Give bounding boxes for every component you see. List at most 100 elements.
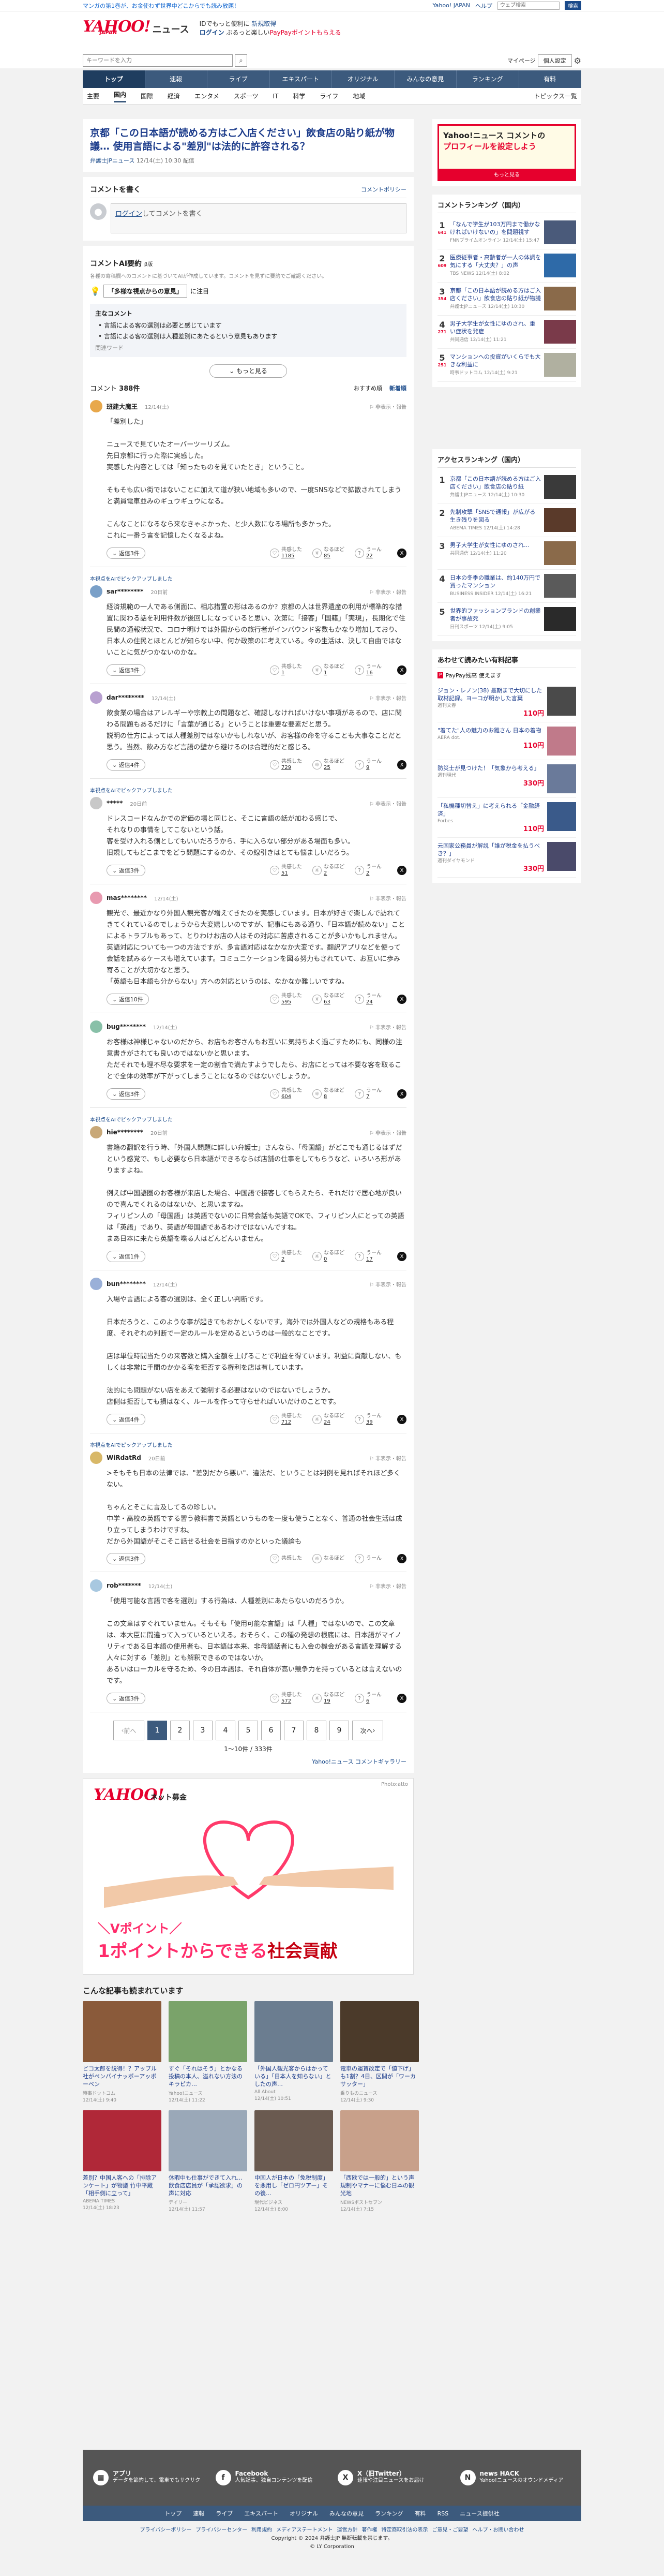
ranking-item[interactable]: 1 641 「なんで学生が103万円まで働かなければいけないの」を問題視す FNNプ… <box>437 216 576 249</box>
reply-button[interactable]: ⌄ 返信3件 <box>107 865 145 876</box>
footer-promo[interactable]: ▦ アプリ データを節約して、電車でもサクサク <box>93 2470 204 2485</box>
insightful-button[interactable]: ☼ なるほど 2 <box>312 864 351 877</box>
article-thumbnail[interactable] <box>340 2110 419 2171</box>
related-title[interactable]: すぐ「それはそう」とかなる投稿の本人、溢れない方法のキラピカ… <box>169 2065 247 2088</box>
x-share-icon[interactable]: X <box>397 760 406 769</box>
related-card[interactable]: 電車の運賃改定で「値下げ」も1割？4日、区間が「ワーカサッター」 乗りものニュー… <box>340 2001 419 2103</box>
ranking-item[interactable]: 2 609 医療従事者・高齢者が一人の体調を気にする「大丈夫？」の声 TBS NEW… <box>437 249 576 283</box>
hmm-button[interactable]: ? うーん 9 <box>355 759 393 771</box>
paid-item[interactable]: 元国家公務員が解説「誰が税金を払うべき？」 週刊ダイヤモンド 330円 <box>437 838 576 878</box>
x-share-icon[interactable]: X <box>397 1089 406 1099</box>
comment-author[interactable]: WiRdatRd <box>107 1454 141 1461</box>
web-search-input[interactable] <box>497 1 560 10</box>
paid-thumbnail[interactable] <box>547 802 576 831</box>
access-title[interactable]: 京都「この日本語が読める方はご入店ください」飲食店の貼り紙 <box>450 476 541 490</box>
footer-promo[interactable]: f Facebook 人気記事、独自コンテンツを配信 <box>215 2470 327 2485</box>
comment-author[interactable]: sar******** <box>107 588 143 595</box>
nav-paid[interactable]: 有料 <box>519 70 581 88</box>
category-sports[interactable]: スポーツ <box>234 92 259 100</box>
footer-nav-link[interactable]: みんなの意見 <box>329 2509 364 2518</box>
footer-promo[interactable]: X X（旧Twitter） 速報や注目ニュースをお届け <box>338 2470 449 2485</box>
rank-thumbnail[interactable] <box>544 287 576 310</box>
report-menu[interactable]: ⚐ 非表示・報告 <box>369 800 406 807</box>
paid-thumbnail[interactable] <box>547 727 576 756</box>
empathize-button[interactable]: ♡ 共感した 1185 <box>270 547 308 559</box>
insightful-button[interactable]: ☼ なるほど 25 <box>312 759 351 771</box>
related-title[interactable]: 差別？中国人客への「排除アンケート」が物議 竹中平蔵「相手側に立って」 <box>83 2174 161 2197</box>
footer-link[interactable]: メディアステートメント <box>276 2527 333 2533</box>
empathize-button[interactable]: ♡ 共感した 1 <box>270 664 308 676</box>
reply-button[interactable]: ⌄ 返信10件 <box>107 994 149 1005</box>
web-search-button[interactable]: 検索 <box>565 1 581 10</box>
page-button[interactable]: 8 <box>307 1721 326 1740</box>
paid-thumbnail[interactable] <box>547 842 576 871</box>
insightful-button[interactable]: ☼ なるほど 63 <box>312 993 351 1005</box>
avatar[interactable] <box>90 1452 102 1464</box>
account-settings-button[interactable]: 個人設定 <box>537 54 572 67</box>
article-title[interactable]: 京都「この日本語が読める方はご入店ください」飲食店の貼り紙が物議… 使用言語によ… <box>90 126 406 153</box>
show-more-button[interactable]: ⌄ もっと見る <box>209 364 287 378</box>
avatar[interactable] <box>90 1278 102 1290</box>
report-menu[interactable]: ⚐ 非表示・報告 <box>369 1582 406 1590</box>
nav-opinions[interactable]: みんなの意見 <box>395 70 457 88</box>
empathize-button[interactable]: ♡ 共感した 572 <box>270 1692 308 1705</box>
paid-item[interactable]: ジョン・レノン(38) 最期まで大切にした取材記録。ヨーコが明かした言葉 週刊文春… <box>437 683 576 722</box>
footer-nav-link[interactable]: ランキング <box>375 2509 403 2518</box>
related-card[interactable]: ピコ太郎を説得！？アップル社がペンパイナッポーアッポーペン 時事ドットコム 12/… <box>83 2001 161 2103</box>
insightful-button[interactable]: ☼ なるほど 24 <box>312 1413 351 1426</box>
rank-title[interactable]: 「なんで学生が103万円まで働かなければいけないの」を問題視す <box>450 221 540 235</box>
category-it[interactable]: IT <box>273 93 278 100</box>
nav-original[interactable]: オリジナル <box>332 70 395 88</box>
x-share-icon[interactable]: X <box>397 866 406 875</box>
access-thumbnail[interactable] <box>544 541 576 565</box>
footer-nav-link[interactable]: エキスパート <box>244 2509 278 2518</box>
footer-nav-link[interactable]: ライブ <box>216 2509 233 2518</box>
report-menu[interactable]: ⚐ 非表示・報告 <box>369 894 406 902</box>
hmm-button[interactable]: ? うーん 39 <box>355 1413 393 1426</box>
page-button[interactable]: 9 <box>329 1721 349 1740</box>
insightful-button[interactable]: ☼ なるほど 0 <box>312 1250 351 1263</box>
rank-title[interactable]: マンションへの投資がいくらでも大きな利益に <box>450 353 541 368</box>
comment-author[interactable]: 班建大魔王 <box>107 402 138 411</box>
empathize-button[interactable]: ♡ 共感した 729 <box>270 759 308 771</box>
category-entertainment[interactable]: エンタメ <box>194 92 219 100</box>
footer-link[interactable]: プライバシーセンター <box>195 2527 247 2533</box>
nav-top[interactable]: トップ <box>83 70 145 88</box>
reply-button[interactable]: ⌄ 返信3件 <box>107 1088 145 1100</box>
footer-nav-link[interactable]: トップ <box>164 2509 182 2518</box>
category-world[interactable]: 国際 <box>141 92 153 100</box>
category-science[interactable]: 科学 <box>293 92 305 100</box>
reply-button[interactable]: ⌄ 返信3件 <box>107 1693 145 1704</box>
access-thumbnail[interactable] <box>544 607 576 631</box>
related-card[interactable]: すぐ「それはそう」とかなる投稿の本人、溢れない方法のキラピカ… Yahoo!ニュ… <box>169 2001 247 2103</box>
related-title[interactable]: 休暇中も仕事ができて入れ...飲食店店員が「承認欲求」の声に対応 <box>169 2174 247 2197</box>
search-icon[interactable]: ⌕ <box>235 54 247 67</box>
report-menu[interactable]: ⚐ 非表示・報告 <box>369 1280 406 1288</box>
help-link[interactable]: ヘルプ <box>475 2 492 10</box>
footer-link[interactable]: 利用規約 <box>251 2527 272 2533</box>
reply-button[interactable]: ⌄ 返信1件 <box>107 1251 145 1262</box>
rank-thumbnail[interactable] <box>544 220 576 244</box>
access-ranking-item[interactable]: 2 先制攻撃「SNSで通報」が広がる 生き残りを図る ABEMA TIMES 1… <box>437 504 576 537</box>
page-button[interactable]: 6 <box>261 1721 281 1740</box>
page-button[interactable]: 1 <box>147 1721 167 1740</box>
page-button[interactable]: 7 <box>284 1721 304 1740</box>
related-title[interactable]: 「西欧では一般的」という声 規制やマナーに悩む日本の観光地 <box>340 2174 419 2197</box>
category-economy[interactable]: 経済 <box>168 92 180 100</box>
access-thumbnail[interactable] <box>544 475 576 499</box>
next-page-button[interactable]: 次へ › <box>352 1721 383 1740</box>
page-button[interactable]: 5 <box>238 1721 258 1740</box>
reply-button[interactable]: ⌄ 返信3件 <box>107 1553 145 1564</box>
reply-button[interactable]: ⌄ 返信3件 <box>107 547 145 559</box>
hmm-button[interactable]: ? うーん 16 <box>355 664 393 676</box>
hmm-button[interactable]: ? うーん 6 <box>355 1692 393 1705</box>
hmm-button[interactable]: ? うーん 22 <box>355 547 393 559</box>
paid-title[interactable]: 元国家公務員が解説「誰が税金を払うべき？」 <box>437 842 540 857</box>
reply-button[interactable]: ⌄ 返信4件 <box>107 1414 145 1425</box>
avatar[interactable] <box>90 691 102 704</box>
comment-policy-link[interactable]: コメントポリシー <box>361 185 406 194</box>
comment-author[interactable]: mas******** <box>107 894 147 901</box>
insightful-button[interactable]: ☼ なるほど 85 <box>312 547 351 559</box>
comment-author[interactable]: ***** <box>107 800 123 807</box>
x-share-icon[interactable]: X <box>397 1415 406 1424</box>
